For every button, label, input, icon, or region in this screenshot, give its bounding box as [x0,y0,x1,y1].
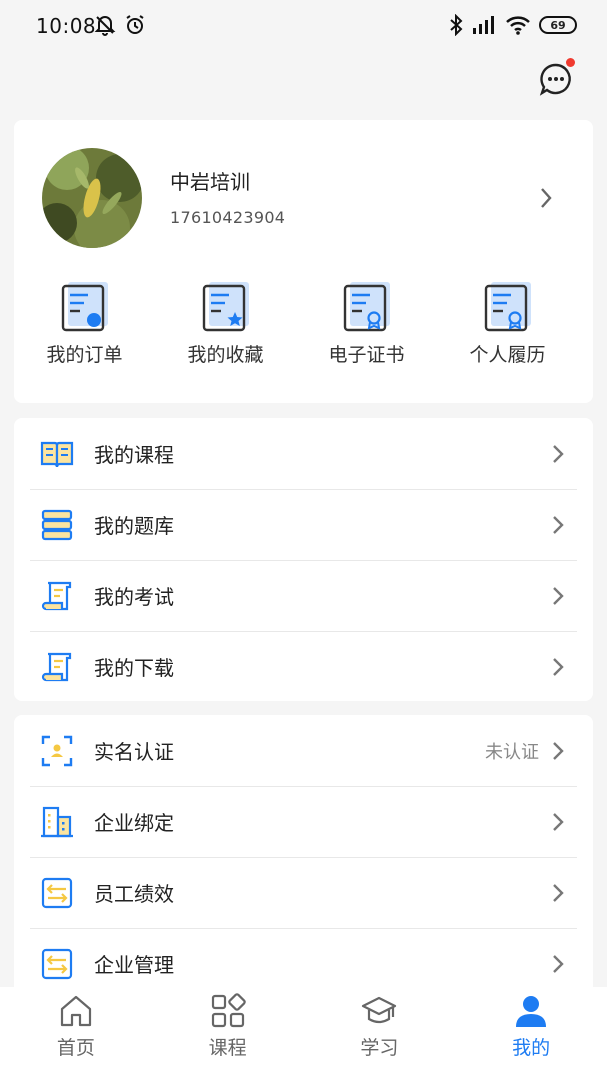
tab-label: 课程 [208,1037,247,1059]
chat-bubble-icon [539,63,571,96]
tab-study[interactable]: 学习 [304,987,456,1080]
tab-label: 学习 [360,1037,399,1059]
menu-label: 实名认证 [94,740,174,764]
quick-action-label: 个人履历 [469,344,546,366]
battery-indicator: 69 [539,16,577,34]
learning-menu: 我的课程 我的题库 我的考试 我的下载 [14,418,593,701]
performance-icon [41,877,73,908]
enterprise-menu: 实名认证 未认证 企业绑定 员工绩效 企业管理 [14,715,593,1015]
tab-label: 我的 [512,1037,551,1059]
question-bank-icon [41,509,73,540]
course-grid-icon [211,993,246,1028]
verification-status: 未认证 [485,741,539,763]
quick-action-label: 我的订单 [46,344,123,366]
menu-item-my-courses[interactable]: 我的课程 [14,418,593,489]
quick-actions: 我的订单 我的收藏 电子证书 个人履历 [14,280,593,367]
menu-item-my-downloads[interactable]: 我的下载 [14,631,593,702]
resume-icon [484,282,531,332]
bluetooth-icon [450,14,463,36]
user-icon [516,996,547,1027]
certificate-icon [343,282,390,332]
building-icon [41,806,73,837]
menu-label: 企业管理 [94,953,174,977]
menu-label: 我的下载 [94,656,174,680]
my-profile-screen: 10:08 69 中岩培训 17610423904 我的订单 我的收藏 电子证书… [0,0,607,1080]
graduation-cap-icon [362,996,397,1024]
home-icon [60,995,91,1027]
quick-action-orders[interactable]: 我的订单 [14,280,155,367]
menu-label: 我的题库 [94,514,174,538]
quick-action-certificates[interactable]: 电子证书 [296,280,437,367]
favorite-doc-icon [202,282,249,332]
download-scroll-icon [41,652,72,681]
profile-phone: 17610423904 [170,208,286,227]
menu-label: 员工绩效 [94,882,174,906]
cellular-signal-icon [473,16,494,34]
status-bar: 10:08 69 [0,0,607,52]
exam-scroll-icon [41,581,72,610]
bell-muted-icon [94,16,116,36]
menu-item-enterprise-binding[interactable]: 企业绑定 [14,786,593,857]
chevron-right-icon [553,954,564,973]
quick-action-label: 我的收藏 [187,344,264,366]
notification-dot [566,58,575,67]
order-doc-icon [61,282,108,332]
profile-card: 中岩培训 17610423904 我的订单 我的收藏 电子证书 个人履历 [14,120,593,403]
chevron-right-icon [553,586,564,605]
book-icon [40,441,74,467]
quick-action-label: 电子证书 [328,344,405,366]
menu-label: 我的考试 [94,585,174,609]
quick-action-favorites[interactable]: 我的收藏 [155,280,296,367]
avatar-photo [42,148,142,248]
tab-mine[interactable]: 我的 [455,987,607,1080]
tab-home[interactable]: 首页 [0,987,152,1080]
chevron-right-icon [553,657,564,676]
bottom-tab-bar: 首页 课程 学习 我的 [0,987,607,1080]
status-right-icons: 69 [449,14,577,36]
chevron-right-icon [553,812,564,831]
wifi-icon [506,16,530,35]
quick-action-resume[interactable]: 个人履历 [437,280,578,367]
menu-item-real-name-verification[interactable]: 实名认证 未认证 [14,715,593,786]
tab-courses[interactable]: 课程 [152,987,304,1080]
tab-label: 首页 [56,1037,95,1059]
chevron-right-icon [553,515,564,534]
menu-item-my-exams[interactable]: 我的考试 [14,560,593,631]
menu-item-my-question-bank[interactable]: 我的题库 [14,489,593,560]
chevron-right-icon[interactable] [539,186,553,210]
id-verify-icon [41,735,73,766]
messages-button[interactable] [539,58,575,96]
management-icon [41,948,73,979]
menu-item-employee-performance[interactable]: 员工绩效 [14,857,593,928]
chevron-right-icon [553,444,564,463]
avatar[interactable] [42,148,142,248]
chevron-right-icon [553,741,564,760]
chevron-right-icon [553,883,564,902]
menu-label: 我的课程 [94,443,174,467]
status-left-icons [94,14,146,36]
profile-name: 中岩培训 [170,170,250,194]
alarm-icon [126,15,144,34]
menu-label: 企业绑定 [94,811,174,835]
status-time: 10:08 [36,14,97,38]
